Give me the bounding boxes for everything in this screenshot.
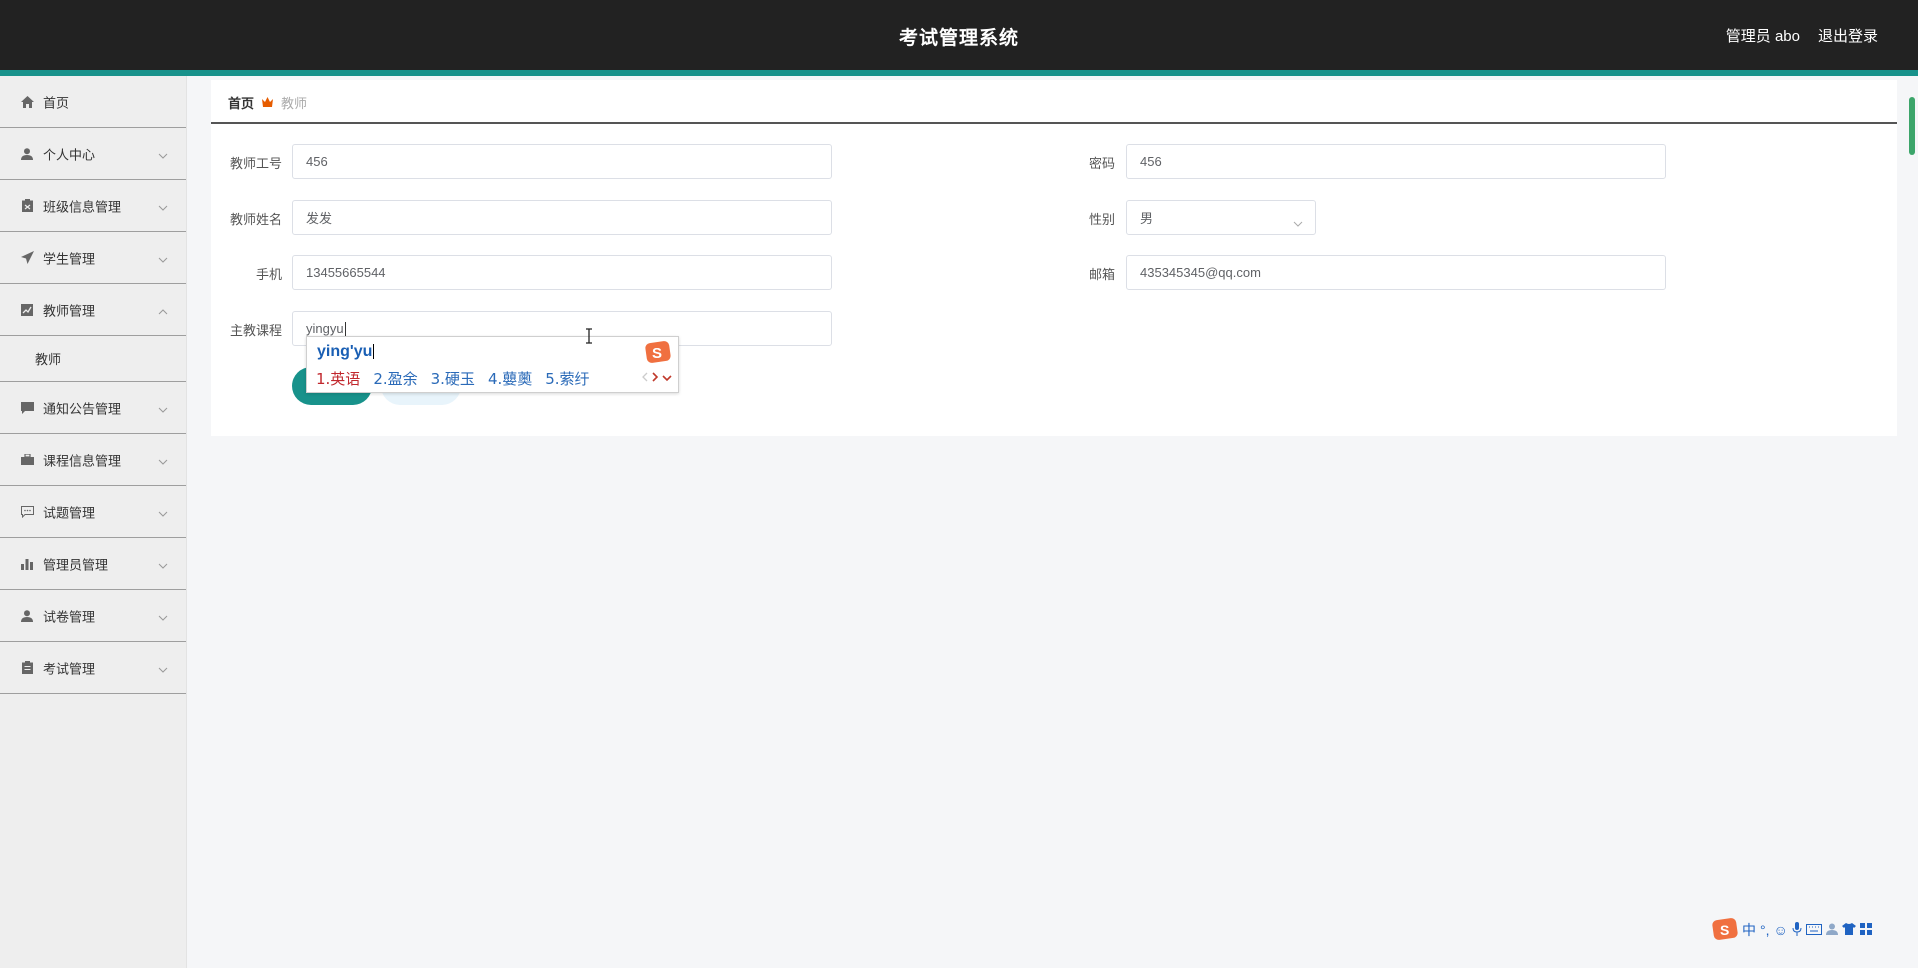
teacher-name-input[interactable]: 发发 [292, 200, 832, 235]
ime-status-tray: S 中 °, ☺ [1712, 916, 1872, 944]
sidebar-subitem-teacher[interactable]: 教师 [0, 336, 186, 382]
teacher-id-label: 教师工号 [229, 156, 282, 171]
user-icon [20, 147, 34, 161]
chevron-down-icon [158, 452, 168, 468]
svg-text:S: S [1720, 922, 1729, 938]
phone-label: 手机 [255, 267, 282, 282]
sidebar-item-label: 班级信息管理 [43, 199, 122, 214]
user-support-icon[interactable] [1825, 922, 1838, 938]
home-icon [20, 95, 34, 109]
sidebar-item-label: 教师管理 [43, 303, 96, 318]
chevron-down-icon [158, 198, 168, 214]
teacher-name-label: 教师姓名 [229, 212, 282, 227]
ime-composition: ying'yu [317, 343, 373, 360]
clipboard-icon [20, 199, 34, 213]
message-icon [20, 401, 34, 415]
sidebar-menu: 首页 个人中心 班级信息管理 学生管理 教师管理 教师 通知公告管理 课程信息管… [0, 76, 187, 968]
emoji-icon[interactable]: ☺ [1774, 922, 1788, 938]
ime-candidate[interactable]: 3.硬玉 [431, 370, 475, 388]
header-accent-bar [0, 70, 1918, 76]
ime-candidate-list: 1.英语 2.盈余 3.硬玉 4.蘡薁 5.萦纡 [316, 368, 603, 389]
chevron-down-icon [158, 660, 168, 676]
sidebar-item-students[interactable]: 学生管理 [0, 232, 186, 284]
sidebar-item-courses[interactable]: 课程信息管理 [0, 434, 186, 486]
ime-candidate[interactable]: 1.英语 [316, 370, 360, 388]
chart-box-icon [20, 303, 34, 317]
sidebar-item-label: 管理员管理 [43, 557, 109, 572]
phone-input[interactable]: 13455665544 [292, 255, 832, 290]
ime-page-nav [641, 371, 672, 385]
chevron-down-icon [1293, 215, 1303, 230]
course-input-value: yingyu [306, 320, 344, 336]
comment-icon [20, 505, 34, 519]
chevron-down-icon [158, 504, 168, 520]
skin-tshirt-icon[interactable] [1841, 922, 1856, 938]
microphone-icon[interactable] [1792, 921, 1802, 939]
breadcrumb-home[interactable]: 首页 [228, 93, 254, 112]
sidebar-item-label: 通知公告管理 [43, 401, 122, 416]
ime-candidate[interactable]: 2.盈余 [373, 370, 417, 388]
ime-prev-icon[interactable] [641, 371, 648, 385]
ime-next-icon[interactable] [652, 371, 659, 385]
chevron-down-icon [158, 400, 168, 416]
scrollbar-thumb[interactable] [1909, 97, 1915, 155]
punctuation-icon[interactable]: °, [1760, 922, 1770, 938]
chevron-down-icon [158, 608, 168, 624]
toolbox-grid-icon[interactable] [1859, 922, 1872, 938]
crown-separator-icon [262, 94, 273, 110]
sidebar-item-profile[interactable]: 个人中心 [0, 128, 186, 180]
clipboard-icon [20, 661, 34, 675]
gender-label: 性别 [1088, 212, 1115, 227]
sidebar-item-label: 课程信息管理 [43, 453, 122, 468]
ime-expand-icon[interactable] [662, 371, 672, 385]
admin-user-label: 管理员 abo [1725, 28, 1800, 45]
top-header: 考试管理系统 管理员 abo 退出登录 [0, 0, 1918, 70]
chevron-down-icon [158, 146, 168, 162]
sidebar-item-label: 首页 [43, 95, 70, 110]
email-input[interactable]: 435345345@qq.com [1126, 255, 1666, 290]
password-input[interactable]: 456 [1126, 144, 1666, 179]
breadcrumb: 首页 教师 [211, 80, 1897, 124]
ime-candidate-popup: ying'yu S 1.英语 2.盈余 3.硬玉 4.蘡薁 5.萦纡 [306, 336, 679, 393]
chevron-up-icon [158, 302, 168, 318]
sidebar-item-admins[interactable]: 管理员管理 [0, 538, 186, 590]
logout-link[interactable]: 退出登录 [1818, 25, 1878, 46]
sogou-logo-icon: S [644, 339, 672, 368]
gender-select-value: 男 [1140, 211, 1154, 226]
keyboard-icon[interactable] [1805, 922, 1822, 938]
text-cursor-icon [585, 328, 593, 347]
sidebar-item-questions[interactable]: 试题管理 [0, 486, 186, 538]
app-title: 考试管理系统 [898, 28, 1019, 49]
briefcase-icon [20, 453, 34, 467]
sidebar-item-notices[interactable]: 通知公告管理 [0, 382, 186, 434]
sidebar-item-label: 考试管理 [43, 661, 96, 676]
gender-select[interactable]: 男 [1126, 200, 1316, 235]
sidebar-item-home[interactable]: 首页 [0, 76, 186, 128]
sidebar-item-label: 学生管理 [43, 251, 96, 266]
sidebar-item-exams[interactable]: 考试管理 [0, 642, 186, 694]
sidebar-item-label: 试卷管理 [43, 609, 96, 624]
ime-candidate[interactable]: 5.萦纡 [545, 370, 589, 388]
ime-mode-indicator[interactable]: 中 [1742, 920, 1756, 940]
password-label: 密码 [1088, 156, 1115, 171]
bar-chart-icon [20, 557, 34, 571]
sidebar-subitem-label: 教师 [35, 352, 62, 367]
svg-text:S: S [652, 345, 662, 362]
sidebar-item-teachers[interactable]: 教师管理 [0, 284, 186, 336]
paper-plane-icon [20, 251, 34, 265]
sidebar-item-papers[interactable]: 试卷管理 [0, 590, 186, 642]
scrollbar[interactable] [1906, 80, 1918, 968]
user-icon [20, 609, 34, 623]
sidebar-item-class-info[interactable]: 班级信息管理 [0, 180, 186, 232]
breadcrumb-current: 教师 [281, 96, 308, 111]
sogou-tray-logo-icon[interactable]: S [1712, 917, 1738, 943]
email-label: 邮箱 [1088, 267, 1115, 282]
chevron-down-icon [158, 556, 168, 572]
sidebar-item-label: 个人中心 [43, 147, 96, 162]
course-label: 主教课程 [229, 323, 282, 338]
teacher-id-input[interactable]: 456 [292, 144, 832, 179]
ime-candidate[interactable]: 4.蘡薁 [488, 370, 532, 388]
chevron-down-icon [158, 250, 168, 266]
sidebar-item-label: 试题管理 [43, 505, 96, 520]
